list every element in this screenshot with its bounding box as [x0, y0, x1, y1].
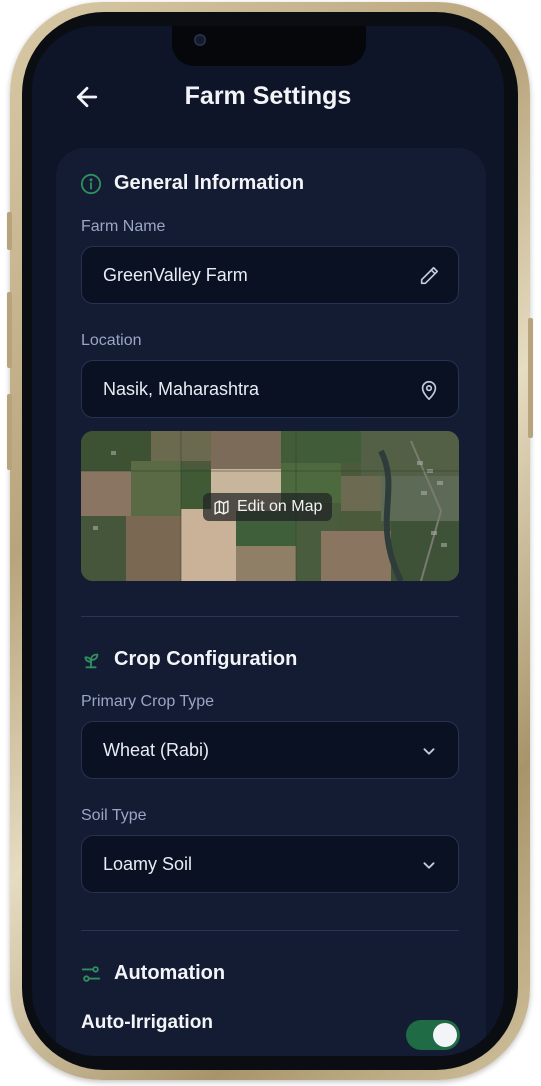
page-title: Farm Settings	[184, 82, 352, 110]
edit-on-map-button[interactable]: Edit on Map	[203, 493, 333, 521]
crop-section-title: Crop Configuration	[80, 648, 297, 671]
farm-map-preview[interactable]: Edit on Map	[81, 431, 459, 581]
farm-name-value: GreenValley Farm	[103, 265, 248, 285]
primary-crop-value: Wheat (Rabi)	[103, 740, 210, 760]
section-divider	[81, 616, 459, 617]
farm-name-field[interactable]: GreenValley Farm	[81, 246, 459, 304]
toggle-knob	[433, 1023, 457, 1047]
power-button	[528, 318, 533, 438]
notch	[172, 26, 366, 66]
info-icon	[80, 173, 102, 194]
crop-section-label: Crop Configuration	[114, 648, 298, 670]
soil-type-select[interactable]: Loamy Soil	[81, 835, 459, 893]
map-icon	[214, 499, 229, 515]
auto-irrigation-label: Auto-Irrigation	[81, 1012, 213, 1033]
general-section-label: General Information	[114, 172, 305, 194]
location-value: Nasik, Maharashtra	[103, 379, 260, 399]
automation-section-title: Automation	[80, 962, 225, 985]
settings-card: General Information Farm Name GreenValle…	[56, 148, 486, 1056]
farm-name-label: Farm Name	[81, 218, 166, 235]
auto-irrigation-toggle[interactable]	[406, 1020, 460, 1050]
automation-section-label: Automation	[114, 962, 226, 984]
location-field[interactable]: Nasik, Maharashtra	[81, 360, 459, 418]
section-divider	[81, 930, 459, 931]
location-label: Location	[81, 332, 142, 349]
primary-crop-select[interactable]: Wheat (Rabi)	[81, 721, 459, 779]
pencil-icon[interactable]	[418, 265, 440, 287]
chevron-down-icon	[423, 748, 435, 755]
map-pin-icon[interactable]	[418, 379, 440, 401]
sliders-icon	[81, 965, 101, 982]
volume-down-button	[7, 394, 12, 470]
volume-up-button	[7, 292, 12, 368]
soil-type-value: Loamy Soil	[103, 854, 193, 874]
primary-crop-label: Primary Crop Type	[81, 693, 215, 710]
soil-type-label: Soil Type	[81, 807, 147, 824]
mute-switch	[7, 212, 12, 250]
chevron-down-icon	[423, 862, 435, 869]
front-camera	[194, 34, 206, 46]
edit-on-map-label: Edit on Map	[237, 498, 323, 515]
general-section-title: General Information	[80, 172, 304, 195]
app-header: Farm Settings	[32, 78, 504, 118]
app-screen: Farm Settings General Information Farm N…	[32, 26, 504, 1056]
sprout-icon	[84, 653, 99, 668]
